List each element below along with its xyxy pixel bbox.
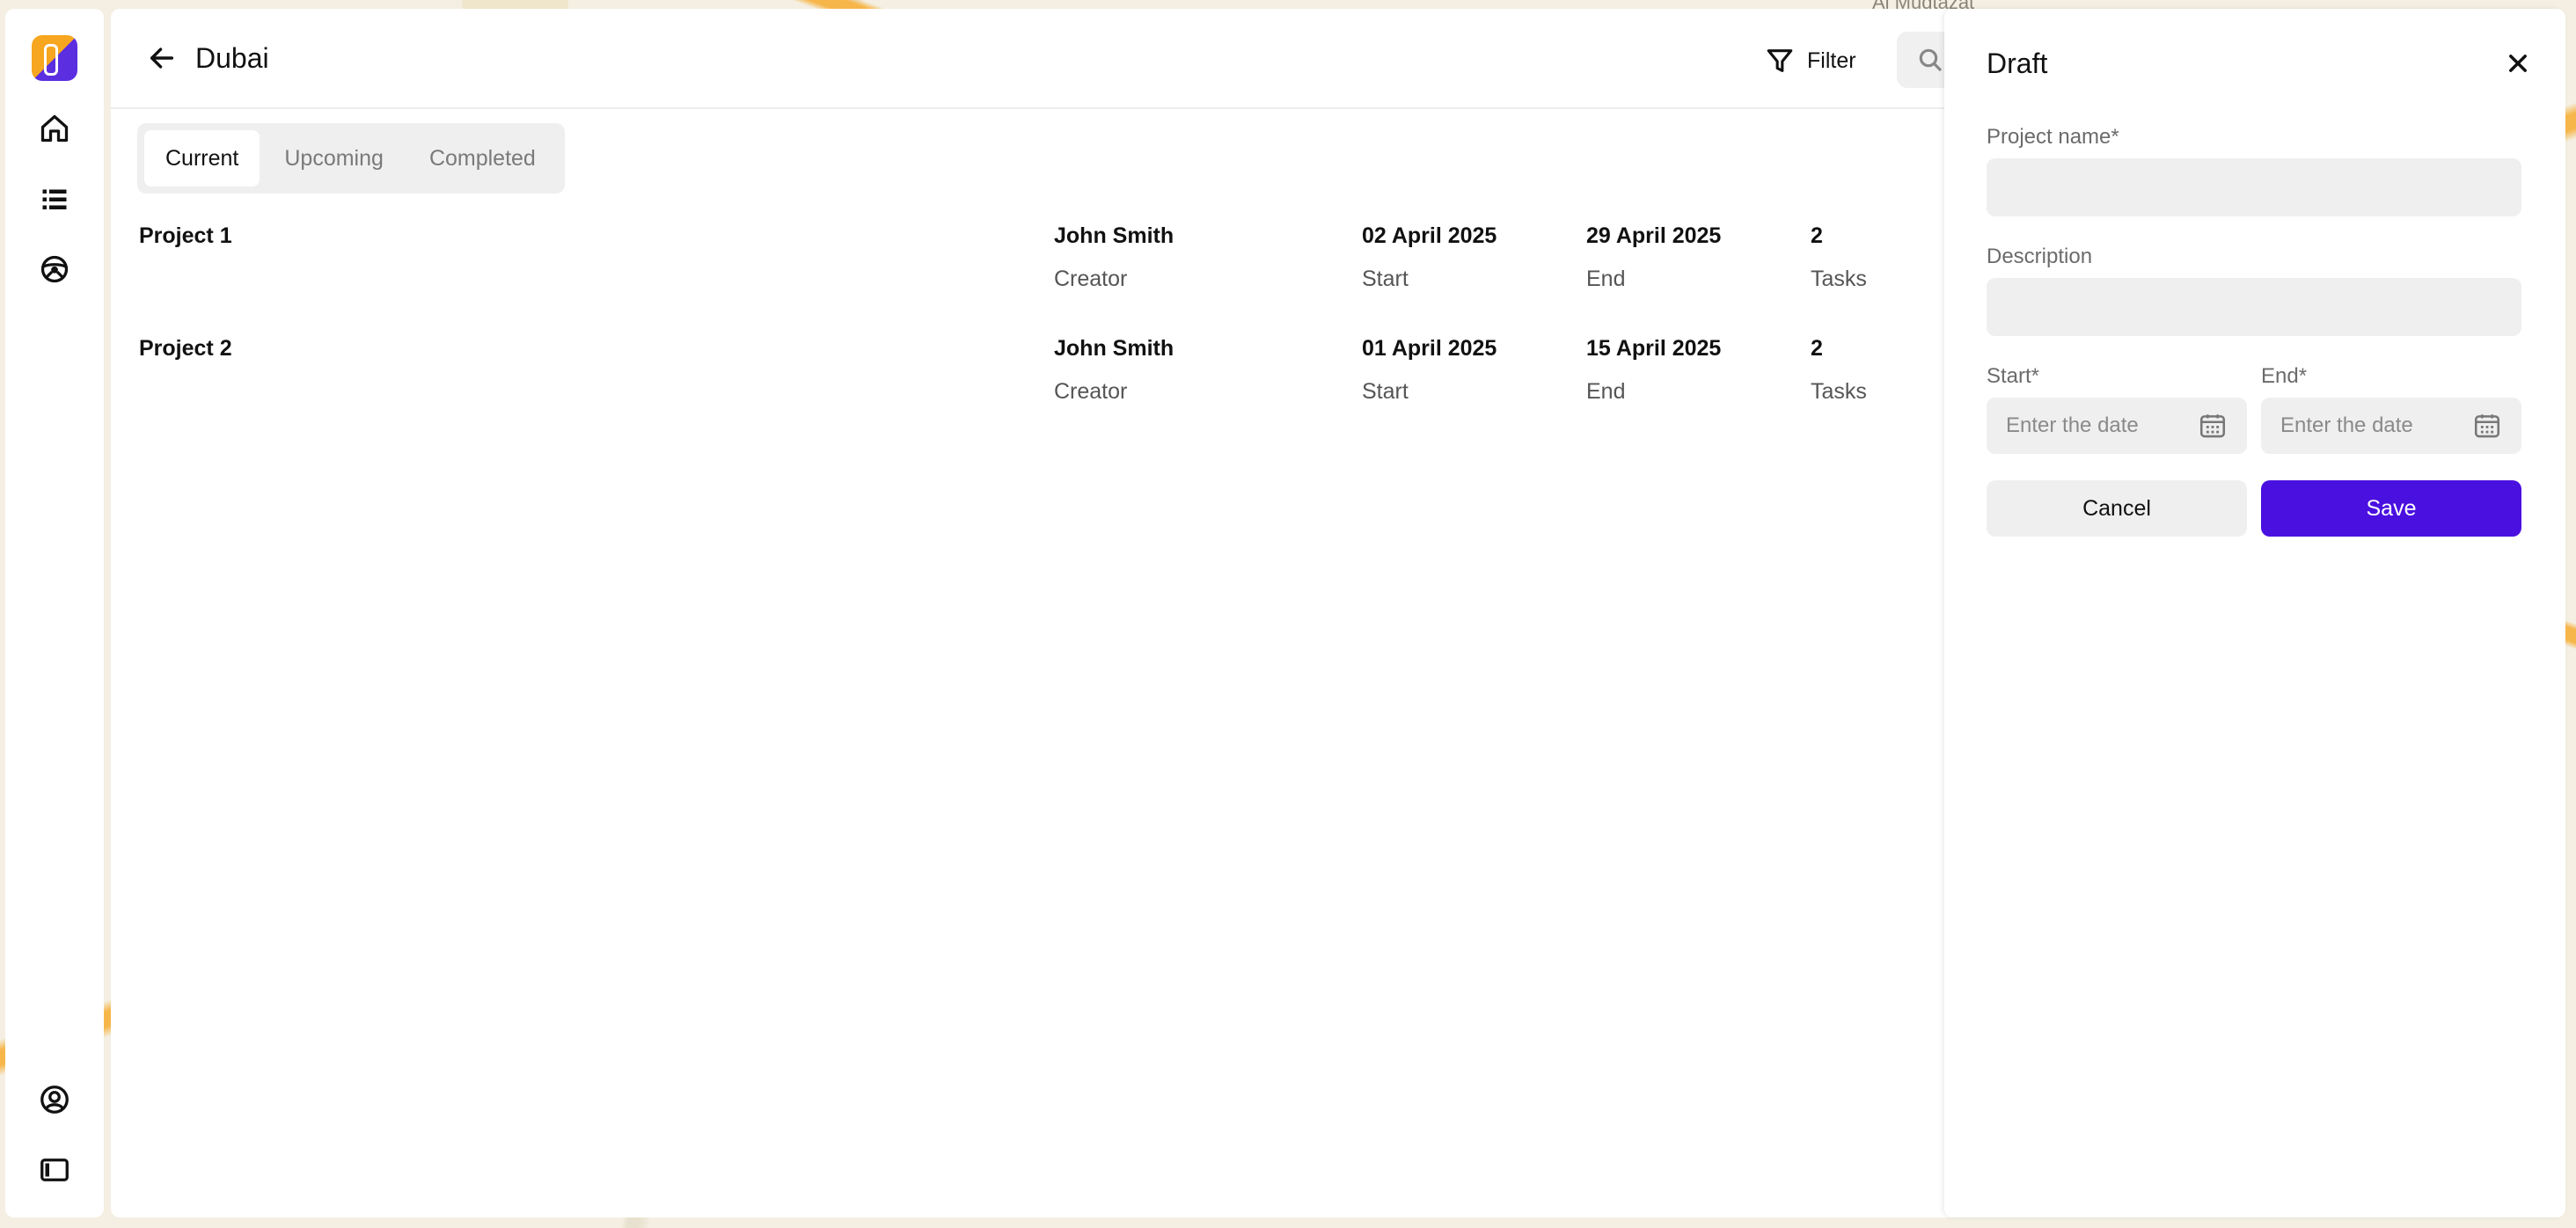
home-icon[interactable] (33, 107, 76, 150)
project-name: Project 2 (139, 336, 232, 361)
tab-current[interactable]: Current (144, 130, 260, 186)
calendar-icon[interactable] (2198, 411, 2228, 441)
end-date-input[interactable] (2280, 413, 2465, 438)
list-icon[interactable] (33, 178, 76, 220)
creator-label: Creator (1054, 379, 1128, 404)
start-label: Start (1362, 267, 1409, 291)
start-date-input[interactable] (2006, 413, 2191, 438)
end-label: End (1586, 267, 1626, 291)
tab-completed[interactable]: Completed (408, 130, 557, 186)
project-creator: John Smith (1054, 336, 1175, 361)
tab-upcoming[interactable]: Upcoming (263, 130, 405, 186)
project-task-count: 2 (1811, 223, 1823, 248)
project-row[interactable]: Project 1 John Smith Creator 02 April 202… (139, 211, 1987, 324)
start-date-label: Start* (1987, 364, 2040, 388)
close-button[interactable] (2502, 48, 2534, 79)
project-name-input[interactable] (1987, 158, 2521, 216)
end-date-field[interactable] (2261, 398, 2521, 454)
app-logo[interactable] (32, 35, 77, 81)
project-name: Project 1 (139, 223, 232, 248)
sidebar-toggle-icon[interactable] (33, 1149, 76, 1191)
filter-button[interactable]: Filter (1765, 46, 1856, 76)
drawer-title: Draft (1987, 48, 2048, 79)
profile-icon[interactable] (33, 1078, 76, 1121)
project-creator: John Smith (1054, 223, 1175, 248)
start-label: Start (1362, 379, 1409, 404)
project-row[interactable]: Project 2 John Smith Creator 01 April 202… (139, 324, 1987, 436)
description-input[interactable] (1987, 278, 2521, 336)
status-tabs: Current Upcoming Completed (137, 123, 565, 194)
tasks-label: Tasks (1811, 267, 1867, 291)
cancel-button[interactable]: Cancel (1987, 480, 2247, 537)
project-end-date: 29 April 2025 (1586, 223, 1722, 248)
arrow-left-icon (150, 48, 174, 69)
end-label: End (1586, 379, 1626, 404)
tasks-label: Tasks (1811, 379, 1867, 404)
project-task-count: 2 (1811, 336, 1823, 361)
end-date-label: End* (2261, 364, 2308, 388)
project-start-date: 01 April 2025 (1362, 336, 1497, 361)
search-icon (1919, 48, 1943, 72)
page-title: Dubai (195, 41, 269, 74)
back-button[interactable] (137, 33, 187, 83)
project-start-date: 02 April 2025 (1362, 223, 1497, 248)
save-button[interactable]: Save (2261, 480, 2521, 537)
project-end-date: 15 April 2025 (1586, 336, 1722, 361)
draft-drawer: Draft Project name* Description Start* E… (1944, 9, 2565, 1217)
steering-wheel-icon[interactable] (33, 248, 76, 290)
creator-label: Creator (1054, 267, 1128, 291)
filter-label: Filter (1807, 48, 1856, 73)
close-icon (2509, 55, 2527, 72)
start-date-field[interactable] (1987, 398, 2247, 454)
left-sidebar (5, 9, 104, 1217)
project-name-label: Project name* (1987, 125, 2119, 149)
project-list: Project 1 John Smith Creator 02 April 202… (139, 211, 1987, 436)
calendar-icon[interactable] (2472, 411, 2502, 441)
description-label: Description (1987, 245, 2093, 268)
filter-icon (1767, 49, 1793, 72)
